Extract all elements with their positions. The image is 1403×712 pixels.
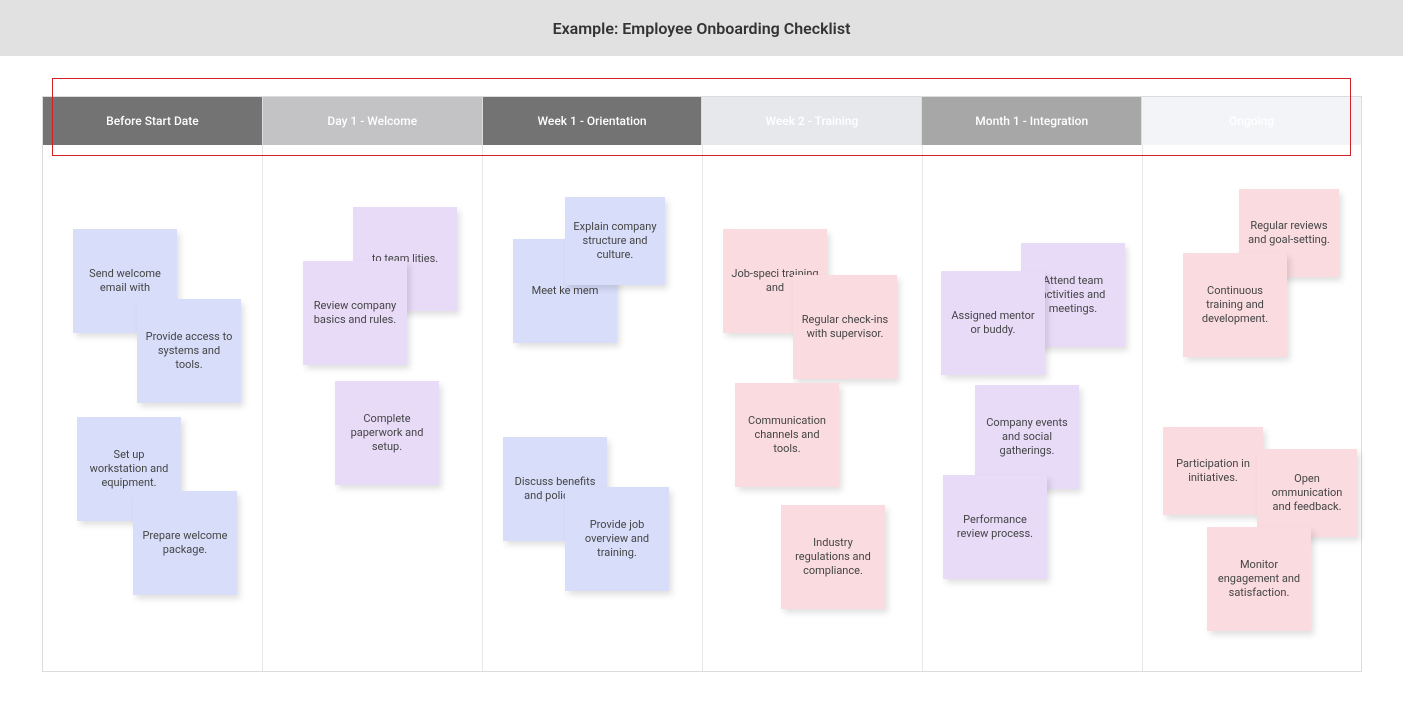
header-month1[interactable]: Month 1 - Integration: [922, 97, 1142, 145]
note-before-2[interactable]: Provide access to systems and tools.: [137, 299, 241, 403]
note-month1-3[interactable]: Company events and social gatherings.: [975, 385, 1079, 489]
note-week1-2[interactable]: Explain company structure and culture.: [565, 197, 665, 285]
note-ongoing-3[interactable]: Participation in initiatives.: [1163, 427, 1263, 515]
note-ongoing-2[interactable]: Continuous training and development.: [1183, 253, 1287, 357]
note-ongoing-4[interactable]: Open ommunication and feedback.: [1257, 449, 1357, 537]
note-month1-4[interactable]: Performance review process.: [943, 475, 1047, 579]
note-week2-2[interactable]: Regular check-ins with supervisor.: [793, 275, 897, 379]
note-before-4[interactable]: Prepare welcome package.: [133, 491, 237, 595]
header-ongoing[interactable]: Ongoing: [1142, 97, 1361, 145]
note-week2-4[interactable]: Industry regulations and compliance.: [781, 505, 885, 609]
header-day1[interactable]: Day 1 - Welcome: [263, 97, 483, 145]
note-day1-2[interactable]: Review company basics and rules.: [303, 261, 407, 365]
header-week2[interactable]: Week 2 - Training: [702, 97, 922, 145]
note-week1-4[interactable]: Provide job overview and training.: [565, 487, 669, 591]
note-ongoing-5[interactable]: Monitor engagement and satisfaction.: [1207, 527, 1311, 631]
header-week1[interactable]: Week 1 - Orientation: [483, 97, 703, 145]
board[interactable]: Before Start Date Day 1 - Welcome Week 1…: [42, 96, 1362, 672]
header-before-start[interactable]: Before Start Date: [43, 97, 263, 145]
note-month1-1[interactable]: Assigned mentor or buddy.: [941, 271, 1045, 375]
canvas: Example: Employee Onboarding Checklist B…: [0, 0, 1403, 712]
column-month1: [923, 97, 1143, 671]
board-title: Example: Employee Onboarding Checklist: [553, 19, 851, 38]
column-headers: Before Start Date Day 1 - Welcome Week 1…: [43, 97, 1361, 145]
note-day1-3[interactable]: Complete paperwork and setup.: [335, 381, 439, 485]
note-week2-3[interactable]: Communication channels and tools.: [735, 383, 839, 487]
title-bar: Example: Employee Onboarding Checklist: [0, 0, 1403, 56]
